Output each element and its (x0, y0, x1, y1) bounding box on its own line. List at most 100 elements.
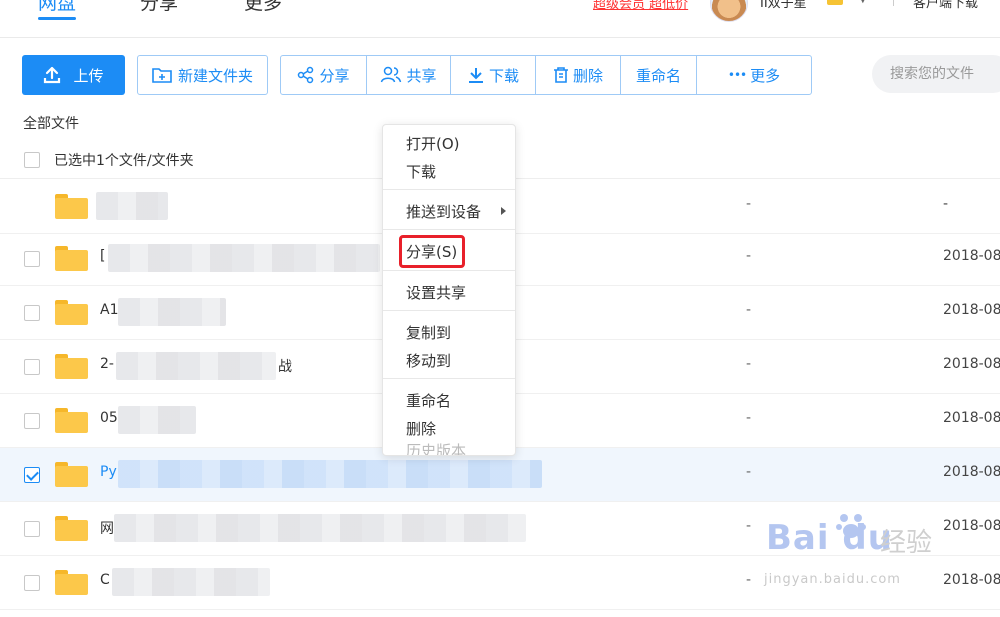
vip-crown-icon (827, 0, 843, 5)
folder-icon (55, 300, 88, 325)
file-name[interactable]: 2- (100, 356, 114, 372)
download-label: 下载 (488, 66, 519, 85)
row-checkbox[interactable] (24, 305, 40, 321)
rename-label: 重命名 (635, 66, 681, 85)
menu-item-download[interactable]: 下载 (406, 161, 436, 182)
watermark-cn: 经验 (880, 528, 933, 558)
menu-item-push-to-device[interactable]: 推送到设备 (406, 201, 481, 222)
more-button[interactable]: ••• 更多 (697, 56, 811, 94)
redacted-name (112, 568, 270, 596)
menu-divider (383, 310, 515, 311)
menu-item-move-to[interactable]: 移动到 (406, 350, 451, 371)
watermark-url: jingyan.baidu.com (764, 572, 901, 587)
baidu-jingyan-watermark: Bai du 经验 jingyan.baidu.com (752, 510, 952, 600)
menu-item-set-share[interactable]: 设置共享 (406, 282, 466, 303)
file-size: - (746, 248, 752, 264)
menu-item-history[interactable]: 历史版本 (406, 440, 466, 455)
file-date: 2018-08- (943, 410, 1000, 426)
paw-icon (836, 514, 866, 538)
new-folder-label: 新建文件夹 (177, 67, 253, 85)
client-download-link[interactable]: 客户端下载 (913, 0, 978, 11)
search-input[interactable] (872, 55, 1000, 93)
file-size: - (746, 464, 752, 480)
trash-icon (553, 66, 569, 84)
upload-label: 上传 (73, 67, 104, 85)
row-checkbox-checked[interactable] (24, 467, 40, 483)
share-highlight-box (399, 235, 465, 268)
delete-label: 删除 (572, 66, 603, 85)
row-checkbox[interactable] (24, 251, 40, 267)
file-date: - (943, 196, 949, 212)
folder-icon (55, 246, 88, 271)
file-size: - (746, 356, 752, 372)
file-name[interactable]: [ (100, 248, 105, 264)
users-icon (380, 66, 402, 84)
file-size: - (746, 518, 752, 534)
tab-netdisk[interactable]: 网盘 (38, 0, 77, 20)
divider (893, 0, 894, 6)
tab-share[interactable]: 分享 (140, 0, 178, 15)
redacted-name (108, 244, 380, 272)
top-nav-bar: 网盘 分享 更多 超级会员 超低价 II双子星 ▼ 客户端下载 (0, 0, 1000, 38)
download-icon (467, 66, 485, 84)
file-name[interactable]: 05 (100, 410, 118, 426)
file-size: - (746, 410, 752, 426)
menu-divider (383, 270, 515, 271)
row-checkbox[interactable] (24, 413, 40, 429)
new-folder-button[interactable]: 新建文件夹 (137, 55, 268, 95)
file-size: - (746, 196, 752, 212)
menu-item-delete[interactable]: 删除 (406, 418, 436, 439)
share-button[interactable]: 分享 (281, 56, 367, 94)
username[interactable]: II双子星 (760, 0, 807, 11)
watermark-logo: Bai du (766, 518, 893, 558)
redacted-name (116, 352, 276, 380)
menu-divider (383, 189, 515, 190)
selection-count: 已选中1个文件/文件夹 (54, 153, 194, 169)
file-name[interactable]: C (100, 572, 110, 588)
file-name[interactable]: 网 (100, 518, 114, 538)
row-checkbox[interactable] (24, 521, 40, 537)
new-folder-icon (152, 66, 172, 84)
file-date: 2018-08- (943, 302, 1000, 318)
more-dots-icon: ••• (727, 68, 747, 82)
breadcrumb[interactable]: 全部文件 (23, 113, 79, 133)
context-menu: 打开(O) 下载 推送到设备 分享(S) 设置共享 复制到 移动到 重命名 删除… (382, 124, 516, 456)
folder-icon (55, 462, 88, 487)
file-size: - (746, 302, 752, 318)
more-label: 更多 (750, 66, 781, 85)
menu-item-copy-to[interactable]: 复制到 (406, 322, 451, 343)
file-date: 2018-08- (943, 464, 1000, 480)
file-name[interactable]: Py (100, 464, 117, 480)
folder-icon (55, 354, 88, 379)
share-label: 分享 (319, 66, 350, 85)
vip-promo-link[interactable]: 超级会员 超低价 (593, 0, 688, 12)
file-size: - (746, 572, 752, 588)
menu-divider (383, 229, 515, 230)
folder-icon (55, 570, 88, 595)
table-row-selected[interactable]: Py - 2018-08- (0, 448, 1000, 502)
redacted-name (96, 192, 168, 220)
avatar[interactable] (710, 0, 748, 22)
file-name[interactable]: A1 (100, 302, 118, 318)
redacted-name (114, 514, 526, 542)
co-share-button[interactable]: 共享 (367, 56, 451, 94)
rename-button[interactable]: 重命名 (621, 56, 697, 94)
folder-icon (55, 408, 88, 433)
menu-item-rename[interactable]: 重命名 (406, 390, 451, 411)
menu-divider (383, 378, 515, 379)
chevron-right-icon (501, 207, 506, 215)
redacted-name (118, 406, 196, 434)
redacted-name (118, 460, 542, 488)
share-icon (297, 66, 315, 84)
file-date: 2018-08- (943, 248, 1000, 264)
file-name-suffix: 战 (278, 359, 292, 375)
upload-button[interactable]: 上传 (22, 55, 125, 95)
row-checkbox[interactable] (24, 575, 40, 591)
menu-item-open[interactable]: 打开(O) (406, 133, 460, 154)
row-checkbox[interactable] (24, 359, 40, 375)
chevron-down-icon[interactable]: ▼ (859, 0, 867, 5)
select-all-checkbox[interactable] (24, 152, 40, 168)
download-button[interactable]: 下载 (451, 56, 536, 94)
delete-button[interactable]: 删除 (536, 56, 621, 94)
tab-more[interactable]: 更多 (244, 0, 282, 15)
